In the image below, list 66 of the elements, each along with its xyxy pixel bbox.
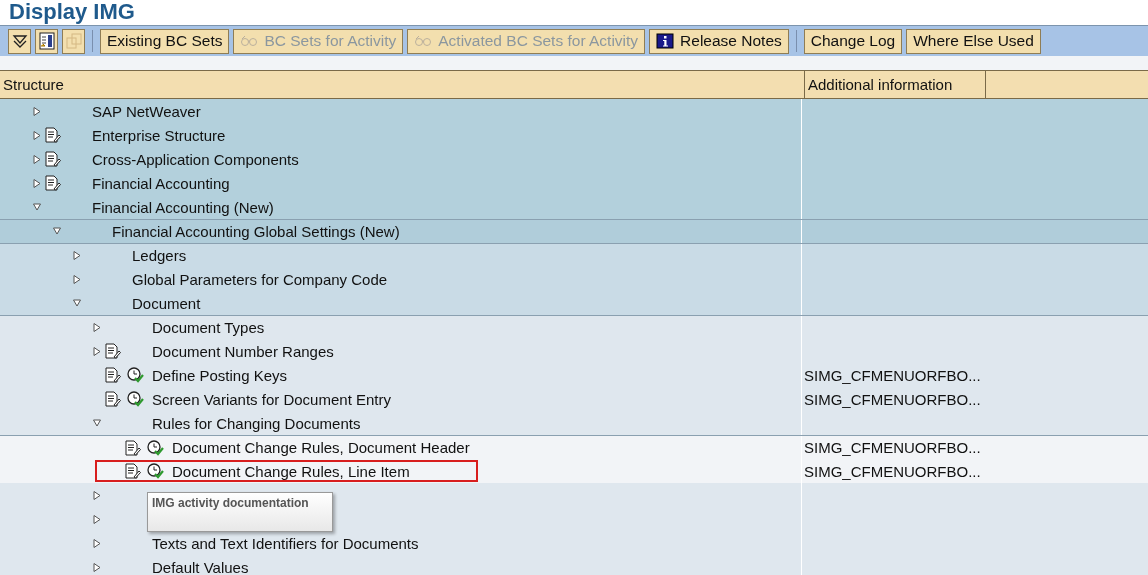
info-icon (656, 33, 675, 49)
tree-node[interactable]: Rules for Changing Documents (152, 414, 361, 432)
expand-arrow-icon[interactable] (33, 130, 41, 140)
tree-node[interactable]: SAP NetWeaver (92, 102, 201, 120)
expand-arrow-icon[interactable] (93, 538, 101, 548)
table-cell-text: SIMG_CFMENUORFBO... (803, 439, 981, 456)
clock-check-icon[interactable] (127, 391, 144, 407)
document-edit-icon[interactable] (105, 343, 121, 359)
tree-node[interactable]: Financial Accounting (92, 174, 230, 192)
tooltip: IMG activity documentation (147, 492, 333, 532)
expand-arrow-icon[interactable] (93, 490, 101, 500)
tree-node[interactable]: Financial Accounting (New) (92, 198, 274, 216)
expand-arrow-icon[interactable] (73, 274, 81, 284)
table-cell-text: SIMG_CFMENUORFBO... (803, 390, 981, 408)
expand-arrow-icon[interactable] (33, 106, 41, 116)
document-edit-icon[interactable] (125, 463, 141, 479)
toolbar-button[interactable]: Release Notes (649, 28, 789, 54)
expand-arrow-icon[interactable] (93, 323, 101, 332)
expand-all-button[interactable] (8, 28, 31, 54)
tree-node[interactable]: Define Posting Keys (152, 366, 288, 384)
tree-node[interactable]: Financial Accounting Global Settings (New) (112, 223, 400, 240)
clock-check-icon[interactable] (127, 367, 144, 383)
tree-node[interactable]: Cross-Application Components (92, 150, 299, 168)
collapse-arrow-icon[interactable] (73, 298, 81, 308)
tree-node[interactable]: Document Change Rules, Line Item (172, 462, 410, 480)
tree-node[interactable]: Texts and Text Identifiers for Documents (152, 534, 419, 552)
document-edit-icon[interactable] (105, 367, 121, 383)
expand-arrow-icon[interactable] (73, 251, 81, 260)
expand-arrow-icon[interactable] (93, 346, 101, 356)
collapse-arrow-icon[interactable] (93, 418, 101, 428)
clock-check-icon[interactable] (147, 463, 164, 479)
tree-node[interactable]: Document Types (152, 319, 265, 336)
glasses-icon (414, 35, 433, 47)
layout-icon (38, 32, 55, 50)
document-edit-icon[interactable] (45, 151, 61, 167)
tree-node[interactable]: Enterprise Structure (92, 126, 226, 144)
tree-node[interactable]: Document Number Ranges (152, 342, 334, 360)
document-edit-icon[interactable] (105, 391, 121, 407)
layout-button[interactable] (35, 28, 58, 54)
toolbar-button[interactable]: Where Else Used (906, 28, 1041, 54)
tree-node[interactable]: Screen Variants for Document Entry (152, 390, 391, 408)
expand-arrow-icon[interactable] (93, 562, 101, 572)
toolbar-button[interactable]: Change Log (803, 28, 903, 54)
column-header[interactable]: Structure (0, 71, 805, 98)
clock-check-icon[interactable] (147, 439, 164, 456)
tree-node[interactable]: Document (132, 294, 201, 312)
expand-arrow-icon[interactable] (93, 514, 101, 524)
window-title: Display IMG (0, 0, 1148, 26)
tree-node[interactable]: Document Change Rules, Document Header (172, 439, 470, 456)
copy-icon (65, 33, 82, 49)
tree-node[interactable]: Global Parameters for Company Code (132, 270, 388, 288)
tree-node[interactable]: Ledgers (132, 247, 187, 264)
expand-arrow-icon[interactable] (33, 154, 41, 164)
table-cell-text: SIMG_CFMENUORFBO... (803, 462, 981, 480)
document-edit-icon[interactable] (125, 439, 141, 456)
document-edit-icon[interactable] (45, 175, 61, 191)
glasses-icon (240, 35, 259, 47)
expand-arrow-icon[interactable] (33, 178, 41, 188)
collapse-arrow-icon[interactable] (33, 202, 41, 212)
collapse-arrow-icon[interactable] (53, 227, 61, 236)
expand-all-icon (11, 33, 28, 49)
document-edit-icon[interactable] (45, 127, 61, 143)
column-header[interactable]: Additional information (805, 71, 986, 98)
toolbar-button[interactable]: Existing BC Sets (100, 28, 230, 54)
table-cell-text: SIMG_CFMENUORFBO... (803, 366, 981, 384)
tree-node[interactable]: Default Values (152, 558, 249, 575)
